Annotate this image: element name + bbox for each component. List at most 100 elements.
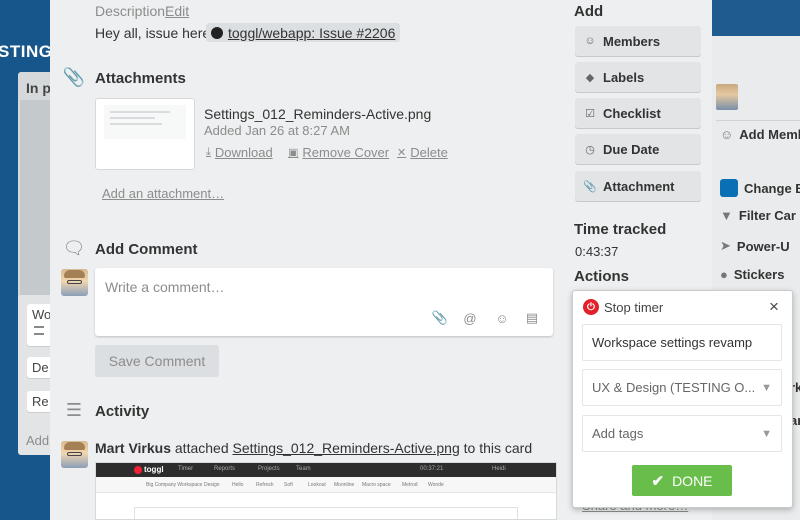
labels-label: Labels — [603, 69, 645, 85]
due-date-label: Due Date — [603, 141, 660, 157]
preview-logo-text: toggl — [144, 465, 164, 474]
dropdown-arrow-icon: ▼ — [761, 381, 772, 394]
checkmark-icon: ✔ — [651, 472, 665, 490]
paperclip-icon: 📎 — [583, 180, 597, 193]
emoji-icon[interactable]: ☺ — [494, 310, 510, 326]
attachment-added-date: Added Jan 26 at 8:27 AM — [204, 123, 350, 138]
attachments-title: Attachments — [95, 70, 186, 87]
rocket-icon: ➤ — [720, 238, 731, 253]
background-swatch-icon — [720, 179, 738, 197]
add-heading: Add — [574, 3, 604, 20]
paperclip-icon: 📎 — [62, 66, 86, 87]
stickers-label: Stickers — [733, 267, 785, 282]
activity-verb: attached — [174, 440, 229, 456]
attachment-label: Attachment — [603, 178, 675, 194]
add-comment-title: Add Comment — [95, 241, 198, 258]
preview-top-bar — [96, 463, 556, 477]
checklist-button[interactable]: ☑ Checklist — [575, 98, 701, 128]
add-attachment-link[interactable]: Add an attachment… — [102, 186, 224, 201]
stop-timer-button[interactable]: ⏻ Stop timer — [583, 299, 663, 315]
preview-nav-item: Team — [296, 466, 311, 472]
description-lines-icon — [34, 326, 44, 335]
clock-icon: ◷ — [585, 143, 595, 156]
tag-icon: ◆ — [585, 71, 595, 84]
thumbnail-line — [110, 111, 170, 113]
preview-subnav-item: Macro space — [362, 482, 391, 488]
thumbnail-line — [110, 123, 162, 125]
change-background-item[interactable]: Change B — [720, 179, 800, 197]
preview-subnav-item: Big Company Workspace — [146, 482, 203, 488]
avatar-glasses — [67, 452, 82, 456]
preview-timer: 00:37:21 — [420, 466, 444, 472]
preview-subnav-item: Refresh — [256, 482, 274, 488]
download-label: Download — [214, 145, 273, 160]
activity-suffix: to this card — [463, 440, 533, 456]
members-label: Members — [603, 33, 661, 49]
menu-divider — [716, 120, 800, 121]
toggl-logo-icon — [134, 465, 142, 474]
current-user-avatar — [61, 269, 88, 296]
close-icon: ✕ — [397, 147, 407, 159]
avatar-hair — [64, 442, 85, 450]
done-button[interactable]: ✔ DONE — [632, 465, 732, 496]
attach-icon[interactable]: 📎 — [432, 310, 448, 326]
add-members-label: Add Memb — [739, 127, 800, 142]
time-entry-description-field[interactable]: Workspace settings revamp — [582, 324, 782, 361]
card-link-icon[interactable]: ▤ — [524, 310, 540, 326]
add-member-icon: ☺ — [720, 127, 734, 142]
activity-file-link[interactable]: Settings_012_Reminders-Active.png — [233, 440, 460, 456]
preview-body — [134, 507, 518, 519]
project-select-value: UX & Design (TESTING O... — [592, 380, 756, 395]
labels-button[interactable]: ◆ Labels — [575, 62, 701, 92]
description-label: Description — [95, 3, 166, 19]
github-issue-link[interactable]: toggl/webapp: Issue #2206 — [206, 23, 401, 42]
mention-icon[interactable]: @ — [462, 310, 478, 326]
toggl-timer-popup: ⏻ Stop timer × Workspace settings revamp… — [572, 290, 793, 508]
remove-cover-link[interactable]: ▣ Remove Cover — [288, 145, 389, 160]
done-label: DONE — [672, 472, 713, 489]
attachment-name: Settings_012_Reminders-Active.png — [204, 106, 432, 122]
filter-cards-item[interactable]: ▼ Filter Car — [720, 208, 796, 223]
attachment-thumbnail[interactable] — [95, 98, 195, 170]
preview-nav-item: Reports — [214, 466, 236, 472]
attachment-button[interactable]: 📎 Attachment — [575, 171, 701, 201]
person-icon: ☺ — [584, 35, 596, 47]
members-button[interactable]: ☺ Members — [575, 26, 701, 56]
board-list-title: In p — [26, 80, 51, 96]
activity-entry: Mart Virkus attached Settings_012_Remind… — [95, 440, 532, 456]
cover-icon: ▣ — [288, 147, 299, 159]
preview-subnav-item: Moonline — [334, 482, 355, 488]
preview-user: Heidi — [492, 466, 506, 472]
tags-select[interactable]: Add tags ▼ — [582, 415, 782, 452]
save-comment-button[interactable]: Save Comment — [95, 345, 219, 377]
close-icon[interactable]: × — [769, 297, 779, 317]
member-avatar[interactable] — [716, 84, 738, 110]
preview-subnav-item: Hello — [232, 482, 244, 488]
change-background-label: Change B — [744, 180, 800, 196]
activity-user[interactable]: Mart Virkus — [95, 440, 171, 456]
remove-cover-label: Remove Cover — [302, 145, 390, 160]
attachment-preview-image[interactable]: toggl Timer Reports Projects Team 00:37:… — [95, 462, 557, 520]
comment-input[interactable] — [105, 276, 535, 298]
time-entry-description: Workspace settings revamp — [592, 335, 753, 350]
add-members-item[interactable]: ☺ Add Memb — [720, 127, 800, 142]
github-icon — [211, 27, 223, 39]
avatar-hair — [64, 270, 85, 278]
project-select[interactable]: UX & Design (TESTING O... ▼ — [582, 369, 782, 406]
description-text: Hey all, issue here: — [95, 25, 215, 41]
edit-description-link[interactable]: Edit — [165, 3, 189, 19]
power-ups-item[interactable]: ➤ Power-U — [720, 238, 790, 254]
preview-nav-item: Projects — [258, 466, 280, 472]
checklist-label: Checklist — [603, 105, 661, 121]
download-icon: ⤓ — [206, 146, 211, 158]
due-date-button[interactable]: ◷ Due Date — [575, 134, 701, 164]
preview-subnav-item: Design — [204, 482, 220, 488]
filter-cards-label: Filter Car — [738, 208, 796, 223]
activity-user-avatar — [61, 441, 88, 468]
preview-logo: toggl — [134, 465, 164, 474]
add-card-link[interactable]: Add — [26, 433, 49, 448]
download-link[interactable]: ⤓ Download — [206, 145, 273, 160]
delete-label: Delete — [410, 145, 448, 160]
stickers-item[interactable]: ● Stickers — [720, 267, 784, 282]
delete-attachment-link[interactable]: ✕ Delete — [397, 145, 448, 160]
